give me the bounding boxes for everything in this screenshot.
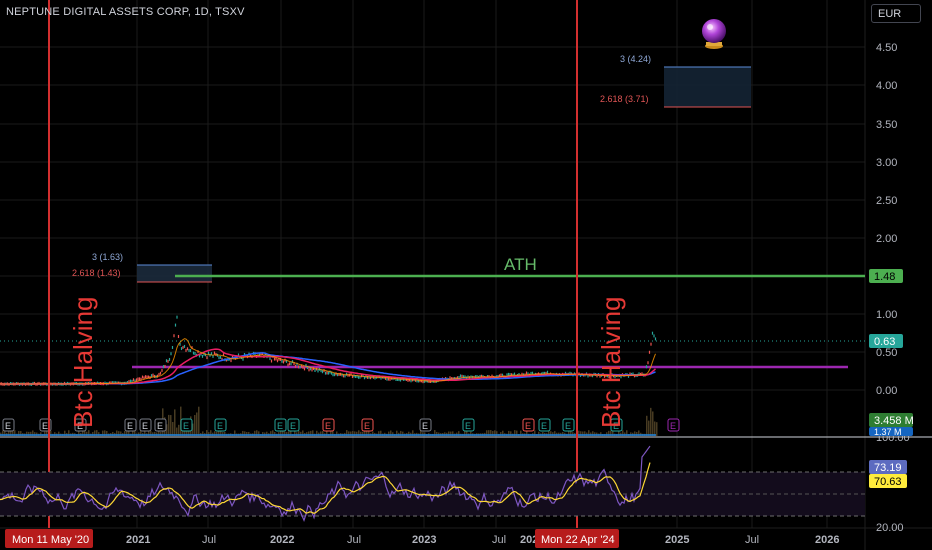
price-tick: 0.00 — [876, 385, 897, 397]
earnings-label: E — [277, 421, 283, 431]
earnings-marker: E — [322, 418, 335, 432]
ath-label: ATH — [504, 255, 537, 274]
time-tick: Jul — [202, 534, 216, 546]
price-tick: 4.50 — [876, 42, 897, 54]
time-tick: Jul — [492, 534, 506, 546]
halving-markers: Btc Halving Btc Halving — [48, 0, 626, 528]
price-tick: 3.00 — [876, 157, 897, 169]
earnings-marker: E — [139, 418, 152, 432]
earnings-marker: E — [2, 418, 15, 432]
fib-label-2618: 2.618 (3.71) — [600, 94, 649, 104]
price-tick: 4.00 — [876, 80, 897, 92]
earnings-marker: E — [274, 418, 287, 432]
time-tick: Jul — [347, 534, 361, 546]
osc-badge-1-label: 73.19 — [874, 462, 902, 474]
earnings-label: E — [364, 421, 370, 431]
volume-bar — [174, 409, 176, 436]
time-tick: 2022 — [270, 534, 294, 546]
earnings-label: E — [670, 421, 676, 431]
volume-bar — [646, 415, 648, 436]
ma-long-line — [0, 352, 656, 385]
volume-bar — [194, 415, 196, 436]
earnings-marker: E — [419, 418, 432, 432]
osc-badge-2-label: 70.63 — [874, 476, 902, 488]
earnings-label: E — [422, 421, 428, 431]
time-tick: 2026 — [815, 534, 839, 546]
earnings-marker: E — [180, 418, 193, 432]
price-series — [0, 315, 657, 386]
earnings-marker: E — [287, 418, 300, 432]
time-tick: 2025 — [665, 534, 689, 546]
time-tick: 2021 — [126, 534, 150, 546]
fib-extension-right[interactable]: 3 (4.24) 2.618 (3.71) — [600, 54, 751, 108]
ath-badge-label: 1.48 — [874, 271, 895, 283]
cursor-date-label: Mon 11 May '20 — [12, 534, 89, 546]
volume-bar — [650, 407, 652, 436]
price-tick: 1.00 — [876, 309, 897, 321]
earnings-marker: E — [462, 418, 475, 432]
crystal-ball-icon — [702, 19, 726, 49]
fib-label-3: 3 (1.63) — [92, 252, 123, 262]
ath-line[interactable]: ATH — [175, 255, 865, 278]
time-tick: 2023 — [412, 534, 436, 546]
volume-avg-badge-label: 1.37 M — [874, 427, 902, 437]
earnings-label: E — [525, 421, 531, 431]
volume-bar — [172, 422, 174, 436]
volume-bar — [652, 411, 654, 436]
earnings-marker: E — [667, 418, 680, 432]
earnings-label: E — [42, 421, 48, 431]
symbol-title[interactable]: NEPTUNE DIGITAL ASSETS CORP, 1D, TSXV — [6, 6, 245, 18]
earnings-label: E — [157, 421, 163, 431]
earnings-label: E — [325, 421, 331, 431]
earnings-marker: E — [154, 418, 167, 432]
fib-extension-left[interactable]: 3 (1.63) 2.618 (1.43) — [72, 252, 212, 283]
volume-bar — [196, 412, 198, 436]
earnings-marker: E — [214, 418, 227, 432]
earnings-marker: E — [124, 418, 137, 432]
fib-label-3: 3 (4.24) — [620, 54, 651, 64]
cursor-date-label: Mon 22 Apr '24 — [541, 534, 615, 546]
oscillator-pane[interactable]: 100.00 20.00 — [0, 432, 910, 534]
earnings-label: E — [5, 421, 11, 431]
currency-button[interactable]: EUR — [871, 4, 921, 23]
earnings-marker: E — [538, 418, 551, 432]
volume-bar — [170, 415, 172, 436]
volume-badge-label: 3.458 M — [874, 415, 914, 427]
earnings-label: E — [127, 421, 133, 431]
earnings-label: E — [290, 421, 296, 431]
earnings-label: E — [541, 421, 547, 431]
halving-label: Btc Halving — [68, 297, 98, 429]
earnings-label: E — [217, 421, 223, 431]
time-tick: Jul — [745, 534, 759, 546]
volume-bar — [654, 421, 656, 436]
price-tick: 0.50 — [876, 347, 897, 359]
halving-label: Btc Halving — [596, 297, 626, 429]
volume-bar — [648, 420, 650, 436]
price-chart[interactable]: 4.50 4.00 3.50 3.00 2.50 2.00 1.00 0.50 … — [0, 0, 932, 550]
volume-bar — [168, 414, 170, 436]
earnings-marker: E — [522, 418, 535, 432]
volume-bar — [198, 406, 200, 436]
fib-label-2618: 2.618 (1.43) — [72, 268, 121, 278]
price-badges: 1.48 0.63 3.458 M 1.37 M 73.19 70.63 — [869, 269, 914, 488]
earnings-label: E — [565, 421, 571, 431]
volume-bar — [656, 422, 658, 436]
earnings-label: E — [465, 421, 471, 431]
last-price-badge-label: 0.63 — [874, 336, 895, 348]
price-tick: 2.50 — [876, 195, 897, 207]
earnings-label: E — [142, 421, 148, 431]
time-axis: 2021 Jul 2022 Jul 2023 Jul 202 2025 Jul … — [5, 529, 839, 548]
earnings-marker: E — [562, 418, 575, 432]
price-tick: 3.50 — [876, 119, 897, 131]
earnings-label: E — [183, 421, 189, 431]
earnings-marker: E — [361, 418, 374, 432]
osc-tick: 20.00 — [876, 522, 904, 534]
price-tick: 2.00 — [876, 233, 897, 245]
